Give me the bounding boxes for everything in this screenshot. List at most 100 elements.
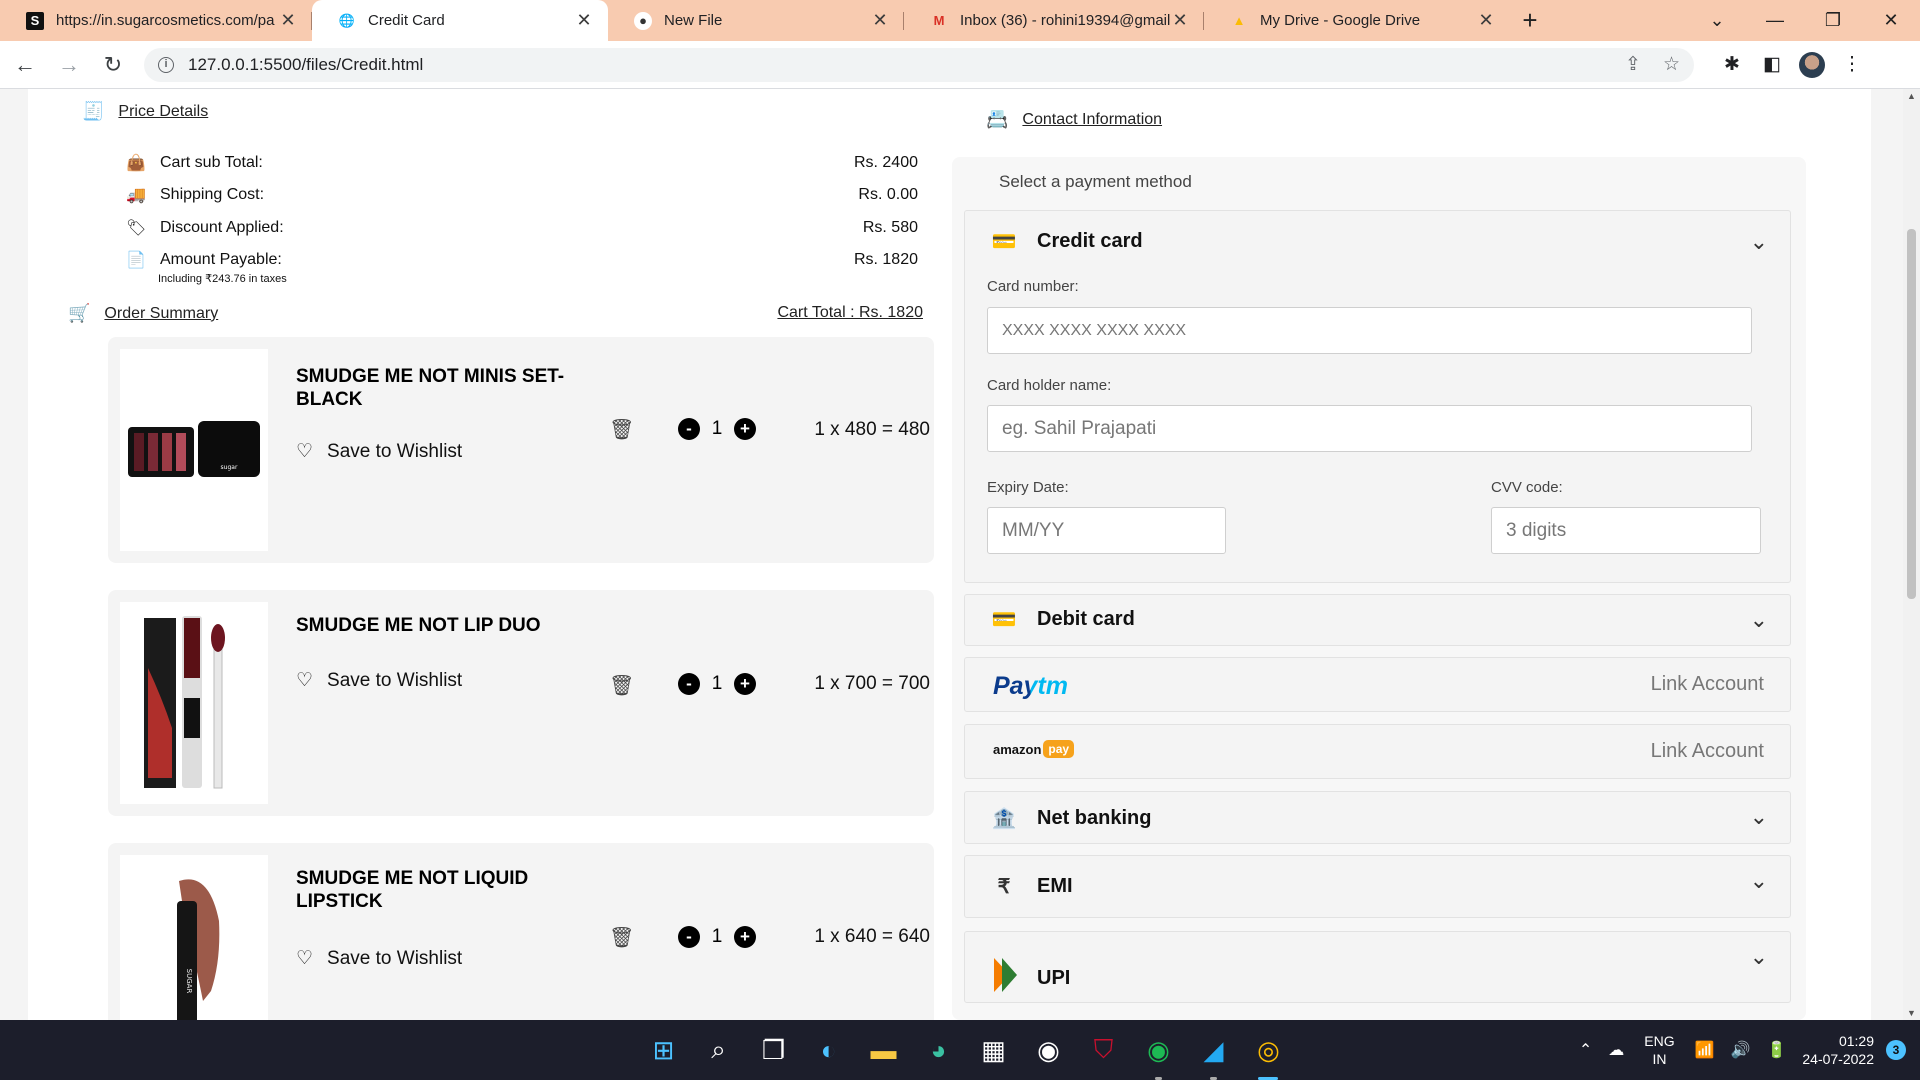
paytm-link-account-button[interactable]: Link Account bbox=[1651, 673, 1764, 696]
url-text[interactable]: 127.0.0.1:5500/files/Credit.html bbox=[188, 55, 1603, 75]
onedrive-cloud-icon[interactable]: ☁ bbox=[1608, 1040, 1624, 1060]
cvv-input[interactable] bbox=[1491, 507, 1761, 554]
order-summary-link[interactable]: Order Summary bbox=[104, 305, 218, 323]
order-summary-header[interactable]: 🛒 Order Summary bbox=[68, 303, 218, 324]
weather-widget-icon[interactable]: ◐ bbox=[801, 1035, 856, 1066]
amazon-pay-link-account-button[interactable]: Link Account bbox=[1651, 740, 1764, 763]
chrome-icon[interactable]: ◎ bbox=[1241, 1035, 1296, 1080]
upi-section[interactable]: UPI ⌄ bbox=[964, 931, 1791, 1003]
extensions-icon[interactable]: ✱ bbox=[1712, 53, 1752, 76]
close-tab-icon[interactable]: ✕ bbox=[870, 10, 890, 31]
mcafee-icon[interactable]: ⛉ bbox=[1076, 1034, 1131, 1066]
decrease-quantity-button[interactable]: - bbox=[678, 418, 700, 440]
restore-icon[interactable]: ❐ bbox=[1804, 0, 1862, 41]
trash-icon[interactable]: 🗑 bbox=[609, 673, 634, 698]
language-indicator[interactable]: ENG IN bbox=[1644, 1032, 1674, 1068]
github-desktop-icon[interactable]: ◉ bbox=[1021, 1035, 1076, 1066]
tab-google-drive[interactable]: ▲ My Drive - Google Drive ✕ bbox=[1204, 0, 1510, 41]
address-bar[interactable]: i 127.0.0.1:5500/files/Credit.html ⇪ ☆ bbox=[144, 47, 1694, 82]
bookmark-star-icon[interactable]: ☆ bbox=[1663, 53, 1680, 76]
edge-browser-icon[interactable]: ◕ bbox=[911, 1035, 966, 1066]
side-panel-icon[interactable]: ◧ bbox=[1752, 53, 1792, 76]
emi-header[interactable]: ₹ EMI bbox=[989, 874, 1073, 899]
clock[interactable]: 01:29 24-07-2022 bbox=[1802, 1032, 1874, 1068]
windows-start-icon[interactable]: ⊞ bbox=[636, 1035, 691, 1066]
amazon-pay-section[interactable]: amazon pay Link Account bbox=[964, 724, 1791, 779]
scroll-down-icon[interactable]: ▼ bbox=[1903, 1008, 1920, 1018]
price-value: Rs. 1820 bbox=[853, 251, 918, 268]
tab-title: Inbox (36) - rohini19394@gmail.c bbox=[960, 12, 1170, 29]
tab-gmail[interactable]: M Inbox (36) - rohini19394@gmail.c ✕ bbox=[904, 0, 1204, 41]
card-holder-input[interactable] bbox=[987, 405, 1752, 452]
contact-information-link[interactable]: Contact Information bbox=[1022, 111, 1162, 129]
contact-information-header[interactable]: 📇 Contact Information bbox=[986, 109, 1162, 130]
tab-search-icon[interactable]: ⌄ bbox=[1688, 0, 1746, 41]
chevron-down-icon[interactable]: ⌄ bbox=[1750, 229, 1768, 255]
tab-sugarcosmetics[interactable]: S https://in.sugarcosmetics.com/pa ✕ bbox=[0, 0, 312, 41]
spotify-icon[interactable]: ◉ bbox=[1131, 1035, 1186, 1080]
reload-icon[interactable]: ↻ bbox=[94, 52, 132, 78]
battery-icon[interactable]: 🔋 bbox=[1766, 1040, 1786, 1060]
chevron-down-icon[interactable]: ⌄ bbox=[1750, 607, 1768, 633]
profile-avatar[interactable] bbox=[1799, 51, 1825, 78]
paytm-section[interactable]: Paytm Link Account bbox=[964, 657, 1791, 712]
debit-card-header[interactable]: 💳 Debit card bbox=[989, 607, 1135, 632]
net-banking-section[interactable]: 🏦 Net banking ⌄ bbox=[964, 791, 1791, 844]
chevron-down-icon[interactable]: ⌄ bbox=[1750, 804, 1768, 830]
close-tab-icon[interactable]: ✕ bbox=[574, 10, 594, 31]
site-info-icon[interactable]: i bbox=[158, 56, 174, 73]
github-icon: ● bbox=[634, 11, 652, 30]
chevron-up-icon[interactable]: ⌃ bbox=[1579, 1040, 1592, 1060]
decrease-quantity-button[interactable]: - bbox=[678, 926, 700, 948]
microsoft-store-icon[interactable]: ▦ bbox=[966, 1035, 1021, 1066]
net-banking-title: Net banking bbox=[1037, 807, 1152, 829]
search-icon[interactable]: ⌕ bbox=[691, 1034, 746, 1066]
increase-quantity-button[interactable]: + bbox=[734, 673, 756, 695]
close-window-icon[interactable]: ✕ bbox=[1862, 0, 1920, 41]
upi-header[interactable]: UPI bbox=[989, 956, 1070, 1000]
close-tab-icon[interactable]: ✕ bbox=[1170, 10, 1190, 31]
browser-menu-icon[interactable]: ⋮ bbox=[1832, 53, 1872, 76]
credit-card-header[interactable]: 💳 Credit card bbox=[989, 229, 1143, 254]
wishlist-label: Save to Wishlist bbox=[327, 440, 463, 462]
net-banking-header[interactable]: 🏦 Net banking bbox=[989, 806, 1152, 831]
globe-icon: 🌐 bbox=[338, 12, 356, 28]
file-explorer-icon[interactable]: ▬ bbox=[856, 1035, 911, 1066]
save-to-wishlist-button[interactable]: ♡ Save to Wishlist bbox=[296, 947, 462, 970]
price-details-link[interactable]: Price Details bbox=[118, 103, 208, 121]
forward-icon[interactable]: → bbox=[50, 52, 88, 78]
tab-credit-card[interactable]: 🌐 Credit Card ✕ bbox=[312, 0, 608, 41]
card-number-input[interactable] bbox=[987, 307, 1752, 354]
save-to-wishlist-button[interactable]: ♡ Save to Wishlist bbox=[296, 669, 462, 692]
close-tab-icon[interactable]: ✕ bbox=[278, 10, 298, 31]
price-details-header[interactable]: 🧾 Price Details bbox=[82, 101, 208, 122]
page-scrollbar[interactable]: ▲ ▼ bbox=[1903, 89, 1920, 1020]
close-tab-icon[interactable]: ✕ bbox=[1476, 10, 1496, 31]
minimize-icon[interactable]: — bbox=[1746, 0, 1804, 41]
cart-total[interactable]: Cart Total : Rs. 1820 bbox=[777, 304, 923, 322]
chevron-down-icon[interactable]: ⌄ bbox=[1750, 944, 1768, 970]
task-view-icon[interactable]: ❐ bbox=[746, 1035, 801, 1066]
trash-icon[interactable]: 🗑 bbox=[609, 925, 634, 950]
emi-section[interactable]: ₹ EMI ⌄ bbox=[964, 855, 1791, 918]
notification-badge[interactable]: 3 bbox=[1886, 1040, 1906, 1060]
increase-quantity-button[interactable]: + bbox=[734, 926, 756, 948]
debit-card-icon: 💳 bbox=[991, 609, 1017, 631]
decrease-quantity-button[interactable]: - bbox=[678, 673, 700, 695]
expiry-date-input[interactable] bbox=[987, 507, 1226, 554]
back-icon[interactable]: ← bbox=[6, 52, 44, 78]
volume-icon[interactable]: 🔊 bbox=[1731, 1040, 1751, 1060]
new-tab-button[interactable]: + bbox=[1510, 0, 1550, 41]
card-holder-label: Card holder name: bbox=[987, 377, 1112, 394]
trash-icon[interactable]: 🗑 bbox=[609, 417, 634, 442]
chevron-down-icon[interactable]: ⌄ bbox=[1750, 868, 1768, 894]
tab-new-file[interactable]: ● New File ✕ bbox=[608, 0, 904, 41]
increase-quantity-button[interactable]: + bbox=[734, 418, 756, 440]
wifi-icon[interactable]: 📶 bbox=[1695, 1040, 1715, 1060]
save-to-wishlist-button[interactable]: ♡ Save to Wishlist bbox=[296, 440, 462, 463]
scrollbar-thumb[interactable] bbox=[1907, 229, 1916, 599]
vscode-icon[interactable]: ◢ bbox=[1186, 1035, 1241, 1080]
debit-card-section[interactable]: 💳 Debit card ⌄ bbox=[964, 594, 1791, 646]
scroll-up-icon[interactable]: ▲ bbox=[1903, 91, 1920, 101]
share-icon[interactable]: ⇪ bbox=[1625, 53, 1641, 76]
